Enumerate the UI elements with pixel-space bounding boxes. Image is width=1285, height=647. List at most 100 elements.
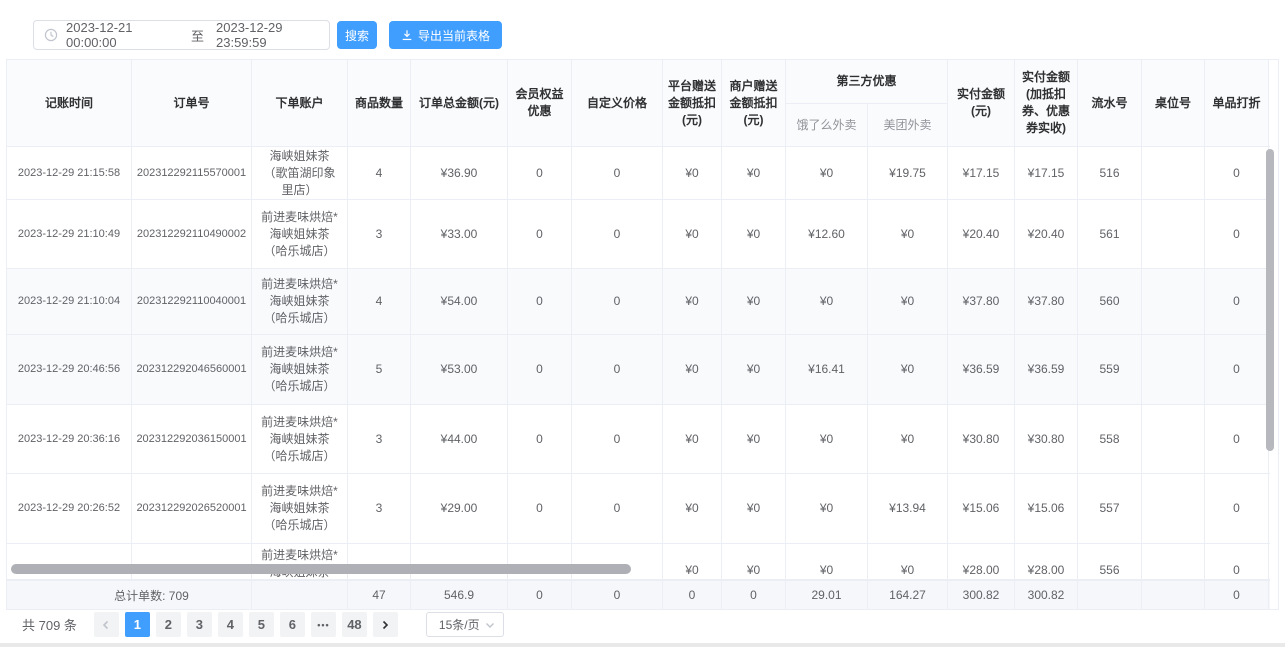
- cell-table-no: [1142, 405, 1205, 473]
- cell-table-no: [1142, 544, 1205, 579]
- col-header-paid-coupon: 实付金额(加抵扣券、优惠券实收): [1015, 60, 1078, 146]
- cell-paid-coupon: ¥17.15: [1015, 147, 1078, 199]
- summary-paid: 300.82: [948, 581, 1015, 609]
- cell-merchant: ¥0: [722, 474, 786, 543]
- cell-merchant: ¥0: [722, 544, 786, 579]
- cell-table-no: [1142, 200, 1205, 268]
- cell-meituan: ¥19.75: [868, 147, 948, 199]
- toolbar: 2023-12-21 00:00:00 至 2023-12-29 23:59:5…: [33, 20, 502, 50]
- page-button-3[interactable]: 3: [187, 612, 212, 637]
- cell-paid-coupon: ¥30.80: [1015, 405, 1078, 473]
- cell-eleme: ¥12.60: [786, 200, 868, 268]
- cell-platform: ¥0: [663, 269, 722, 334]
- cell-paid-coupon: ¥28.00: [1015, 544, 1078, 579]
- table-row: 2023-12-29 21:10:04 202312292110040001 前…: [7, 269, 1270, 335]
- cell-order: 202312292036150001: [132, 405, 252, 473]
- cell-custom: 0: [572, 335, 663, 404]
- page-size-value: 15条/页: [439, 616, 480, 633]
- table-row: 2023-12-29 21:10:49 202312292110490002 前…: [7, 200, 1270, 269]
- cell-paid: ¥28.00: [948, 544, 1015, 579]
- chevron-down-icon: [485, 620, 495, 630]
- cell-eleme: ¥0: [786, 269, 868, 334]
- next-page-button[interactable]: [373, 612, 398, 637]
- page-button-last[interactable]: 48: [342, 612, 367, 637]
- cell-discount: 0: [1205, 269, 1269, 334]
- cell-qty: 3: [348, 405, 411, 473]
- summary-custom: 0: [572, 581, 663, 609]
- cell-merchant: ¥0: [722, 147, 786, 199]
- page-button-4[interactable]: 4: [218, 612, 243, 637]
- cell-eleme: ¥16.41: [786, 335, 868, 404]
- col-header-paid: 实付金额(元): [948, 60, 1015, 146]
- cell-paid-coupon: ¥37.80: [1015, 269, 1078, 334]
- cell-order: 202312292046560001: [132, 335, 252, 404]
- cell-member: 0: [508, 269, 572, 334]
- col-header-merchant: 商户赠送金额抵扣(元): [722, 60, 786, 146]
- date-start-value[interactable]: 2023-12-21 00:00:00: [66, 20, 179, 50]
- cell-total: ¥53.00: [411, 335, 508, 404]
- export-button[interactable]: 导出当前表格: [389, 21, 502, 49]
- cell-serial: 559: [1078, 335, 1142, 404]
- clock-icon: [44, 28, 58, 42]
- cell-account: 前进麦味烘焙*海峡姐妹茶（哈乐城店）: [252, 269, 348, 334]
- orders-table: 记账时间 订单号 下单账户 商品数量 订单总金额(元) 会员权益优惠 自定义价格…: [6, 59, 1279, 610]
- vertical-scrollbar-thumb[interactable]: [1266, 149, 1274, 451]
- cell-serial: 561: [1078, 200, 1142, 268]
- cell-paid: ¥20.40: [948, 200, 1015, 268]
- cell-table-no: [1142, 147, 1205, 199]
- col-header-member: 会员权益优惠: [508, 60, 572, 146]
- cell-qty: 3: [348, 474, 411, 543]
- summary-row: 总计单数: 709 47 546.9 0 0 0 0 29.01 164.27 …: [7, 580, 1270, 609]
- cell-meituan: ¥13.94: [868, 474, 948, 543]
- cell-total: ¥33.00: [411, 200, 508, 268]
- search-button[interactable]: 搜索: [337, 21, 377, 49]
- more-pages-icon[interactable]: •••: [311, 612, 336, 637]
- col-header-meituan: 美团外卖: [868, 104, 948, 146]
- prev-page-button[interactable]: [94, 612, 119, 637]
- summary-merchant: 0: [722, 581, 786, 609]
- cell-platform: ¥0: [663, 405, 722, 473]
- cell-paid: ¥15.06: [948, 474, 1015, 543]
- cell-meituan: ¥0: [868, 544, 948, 579]
- cell-meituan: ¥0: [868, 405, 948, 473]
- page-button-6[interactable]: 6: [280, 612, 305, 637]
- table-row: 2023-12-29 20:46:56 202312292046560001 前…: [7, 335, 1270, 405]
- summary-total: 546.9: [411, 581, 508, 609]
- cell-platform: ¥0: [663, 544, 722, 579]
- cell-custom: 0: [572, 269, 663, 334]
- cell-time: 2023-12-29 21:10:49: [7, 200, 132, 268]
- page-button-5[interactable]: 5: [249, 612, 274, 637]
- cell-merchant: ¥0: [722, 200, 786, 268]
- col-header-account: 下单账户: [252, 60, 348, 146]
- col-header-platform: 平台赠送金额抵扣(元): [663, 60, 722, 146]
- cell-paid-coupon: ¥20.40: [1015, 200, 1078, 268]
- cell-merchant: ¥0: [722, 405, 786, 473]
- bottom-edge-strip: [0, 643, 1285, 647]
- cell-qty: 3: [348, 200, 411, 268]
- cell-paid: ¥30.80: [948, 405, 1015, 473]
- cell-account: 前进麦味烘焙*海峡姐妹茶（哈乐城店）: [252, 405, 348, 473]
- page-button-2[interactable]: 2: [156, 612, 181, 637]
- cell-time: 2023-12-29 20:36:16: [7, 405, 132, 473]
- cell-serial: 557: [1078, 474, 1142, 543]
- col-header-total: 订单总金额(元): [411, 60, 508, 146]
- cell-custom: 0: [572, 405, 663, 473]
- page-button-1[interactable]: 1: [125, 612, 150, 637]
- page-size-select[interactable]: 15条/页: [426, 612, 504, 637]
- cell-total: ¥54.00: [411, 269, 508, 334]
- cell-meituan: ¥0: [868, 335, 948, 404]
- pagination-total: 共 709 条: [22, 615, 77, 634]
- col-header-custom: 自定义价格: [572, 60, 663, 146]
- cell-serial: 516: [1078, 147, 1142, 199]
- horizontal-scrollbar-thumb[interactable]: [11, 564, 631, 574]
- download-icon: [401, 29, 413, 41]
- table-row: 2023-12-29 20:26:52 202312292026520001 前…: [7, 474, 1270, 544]
- cell-qty: 4: [348, 269, 411, 334]
- date-range-input[interactable]: 2023-12-21 00:00:00 至 2023-12-29 23:59:5…: [33, 20, 330, 50]
- cell-qty: 4: [348, 147, 411, 199]
- cell-platform: ¥0: [663, 474, 722, 543]
- cell-order: 202312292026520001: [132, 474, 252, 543]
- summary-serial: [1078, 581, 1142, 609]
- date-end-value[interactable]: 2023-12-29 23:59:59: [216, 20, 329, 50]
- cell-eleme: ¥0: [786, 474, 868, 543]
